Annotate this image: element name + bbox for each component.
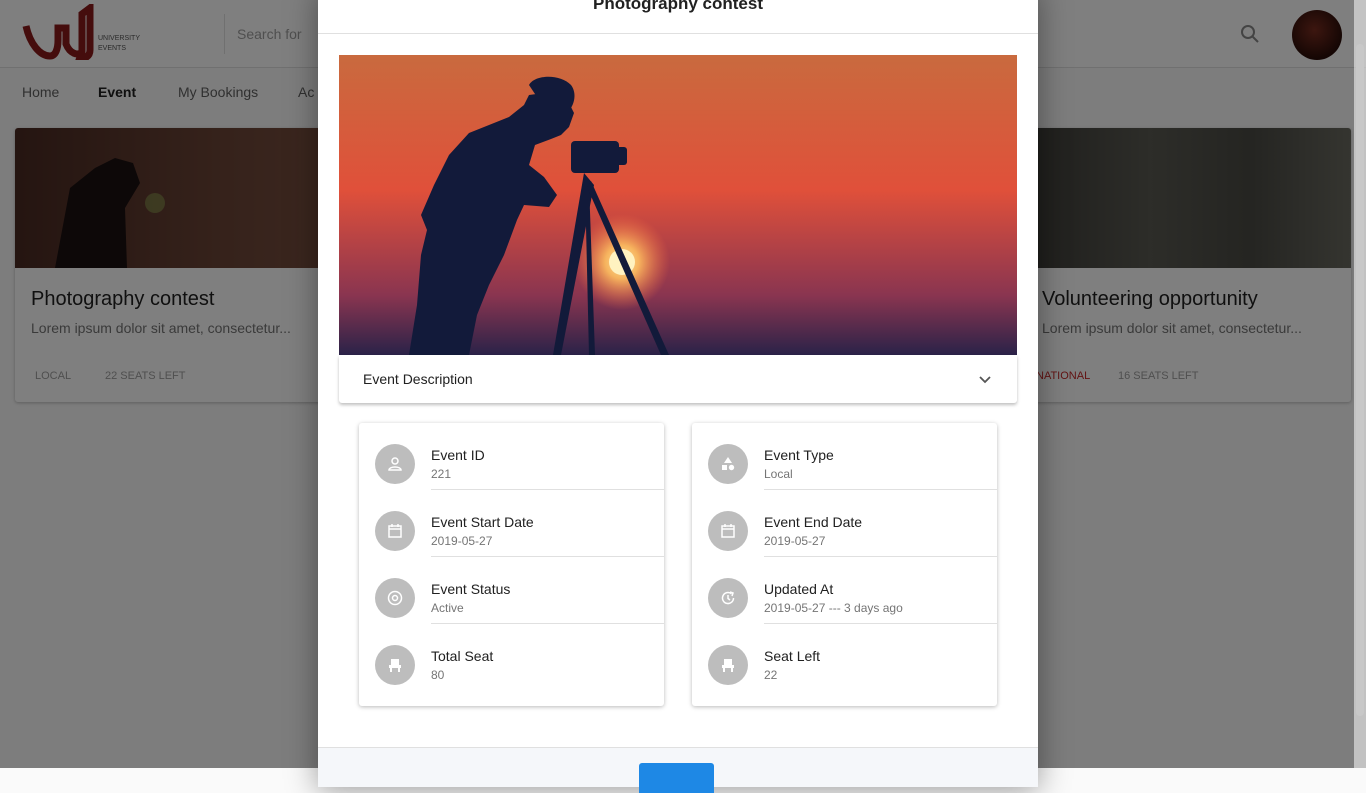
list-item: Updated At 2019-05-27 --- 3 days ago [692,557,997,624]
seat-icon [375,645,415,685]
event-start-date-label: Event Start Date [431,514,534,530]
event-id-label: Event ID [431,447,485,463]
updated-at-label: Updated At [764,581,834,597]
scrollbar-thumb[interactable] [1356,44,1364,716]
dialog-title: Photography contest [592,0,763,13]
seat-icon [708,645,748,685]
event-hero-image [339,55,1017,355]
seat-left-label: Seat Left [764,648,821,664]
event-type-value: Local [764,467,793,481]
event-end-date-label: Event End Date [764,514,863,530]
update-icon [708,578,748,618]
person-icon [375,444,415,484]
event-description-label: Event Description [363,371,473,387]
divider [318,33,1038,34]
event-status-label: Event Status [431,581,511,597]
category-shapes-icon [708,444,748,484]
event-start-date-value: 2019-05-27 [431,534,493,548]
calendar-icon [375,511,415,551]
chevron-down-icon[interactable] [975,369,995,389]
list-item: Total Seat 80 [359,624,664,691]
calendar-icon [708,511,748,551]
event-type-label: Event Type [764,447,834,463]
list-item: Seat Left 22 [692,624,997,691]
event-status-value: Active [431,601,464,615]
event-end-date-value: 2019-05-27 [764,534,826,548]
list-item: Event End Date 2019-05-27 [692,490,997,557]
list-item: Event Type Local [692,423,997,490]
event-info-card-left: Event ID 221 Event Start Date 2019-05-27… [359,423,664,706]
event-detail-dialog: Photography contest Event Description Ev… [318,0,1038,793]
list-item: Event ID 221 [359,423,664,490]
dialog-footer [318,747,1038,793]
page-scrollbar[interactable] [1354,0,1366,768]
at-sign-icon [375,578,415,618]
total-seat-value: 80 [431,668,445,682]
updated-at-value: 2019-05-27 --- 3 days ago [764,601,903,615]
list-item: Event Status Active [359,557,664,624]
total-seat-label: Total Seat [431,648,494,664]
list-item: Event Start Date 2019-05-27 [359,490,664,557]
event-id-value: 221 [431,467,452,481]
event-info-card-right: Event Type Local Event End Date 2019-05-… [692,423,997,706]
event-description-expander[interactable]: Event Description [339,355,1017,403]
seat-left-value: 22 [764,668,778,682]
